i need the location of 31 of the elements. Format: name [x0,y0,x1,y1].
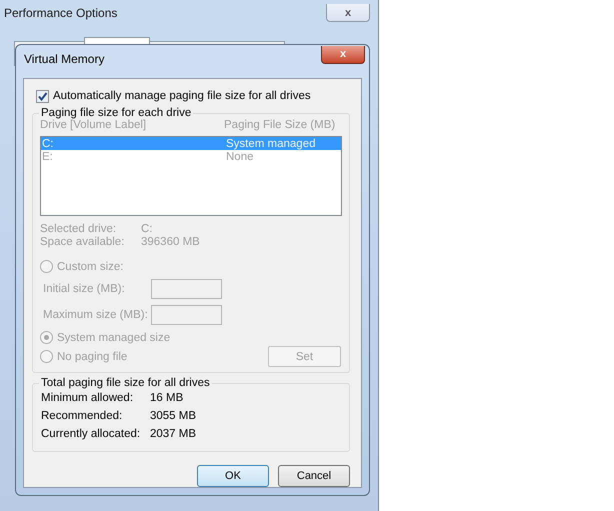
window-title: Performance Options [4,6,118,20]
info-label: Space available: [40,236,126,248]
total-label: Currently allocated: [41,428,142,440]
close-button[interactable]: x [321,46,365,64]
drive-letter: C: [42,138,54,150]
checkbox[interactable] [36,90,49,102]
ok-button[interactable]: OK [197,465,269,487]
column-header: Drive [Volume Label] [40,118,148,130]
paging-size: None [226,150,254,162]
column-header: Paging File Size (MB) [224,118,336,130]
info-value: C: [141,222,152,234]
info-label: Selected drive: [40,222,118,234]
group-title: Paging file size for each drive [40,107,192,119]
group-title: Total paging file size for all drives [40,377,211,389]
field-label: Maximum size (MB): [43,309,149,321]
total-value: 3055 MB [150,410,196,422]
cancel-button[interactable]: Cancel [278,465,350,487]
close-button[interactable]: x [326,4,370,22]
checkbox-label: Automatically manage paging file size for all drives [53,90,311,102]
total-label: Minimum allowed: [41,392,134,404]
radio-label: No paging file [57,350,128,362]
radio-label: Custom size: [57,260,124,272]
total-value: 16 MB [150,392,184,404]
total-label: Recommended: [41,410,124,422]
dialog-title: Virtual Memory [24,52,104,66]
total-value: 2037 MB [150,428,196,440]
radio-label: System managed size [57,332,170,344]
drive-letter: E: [42,150,54,162]
paging-size: System managed [226,138,316,150]
field-label: Initial size (MB): [43,283,126,295]
info-value: 396360 MB [141,236,200,248]
